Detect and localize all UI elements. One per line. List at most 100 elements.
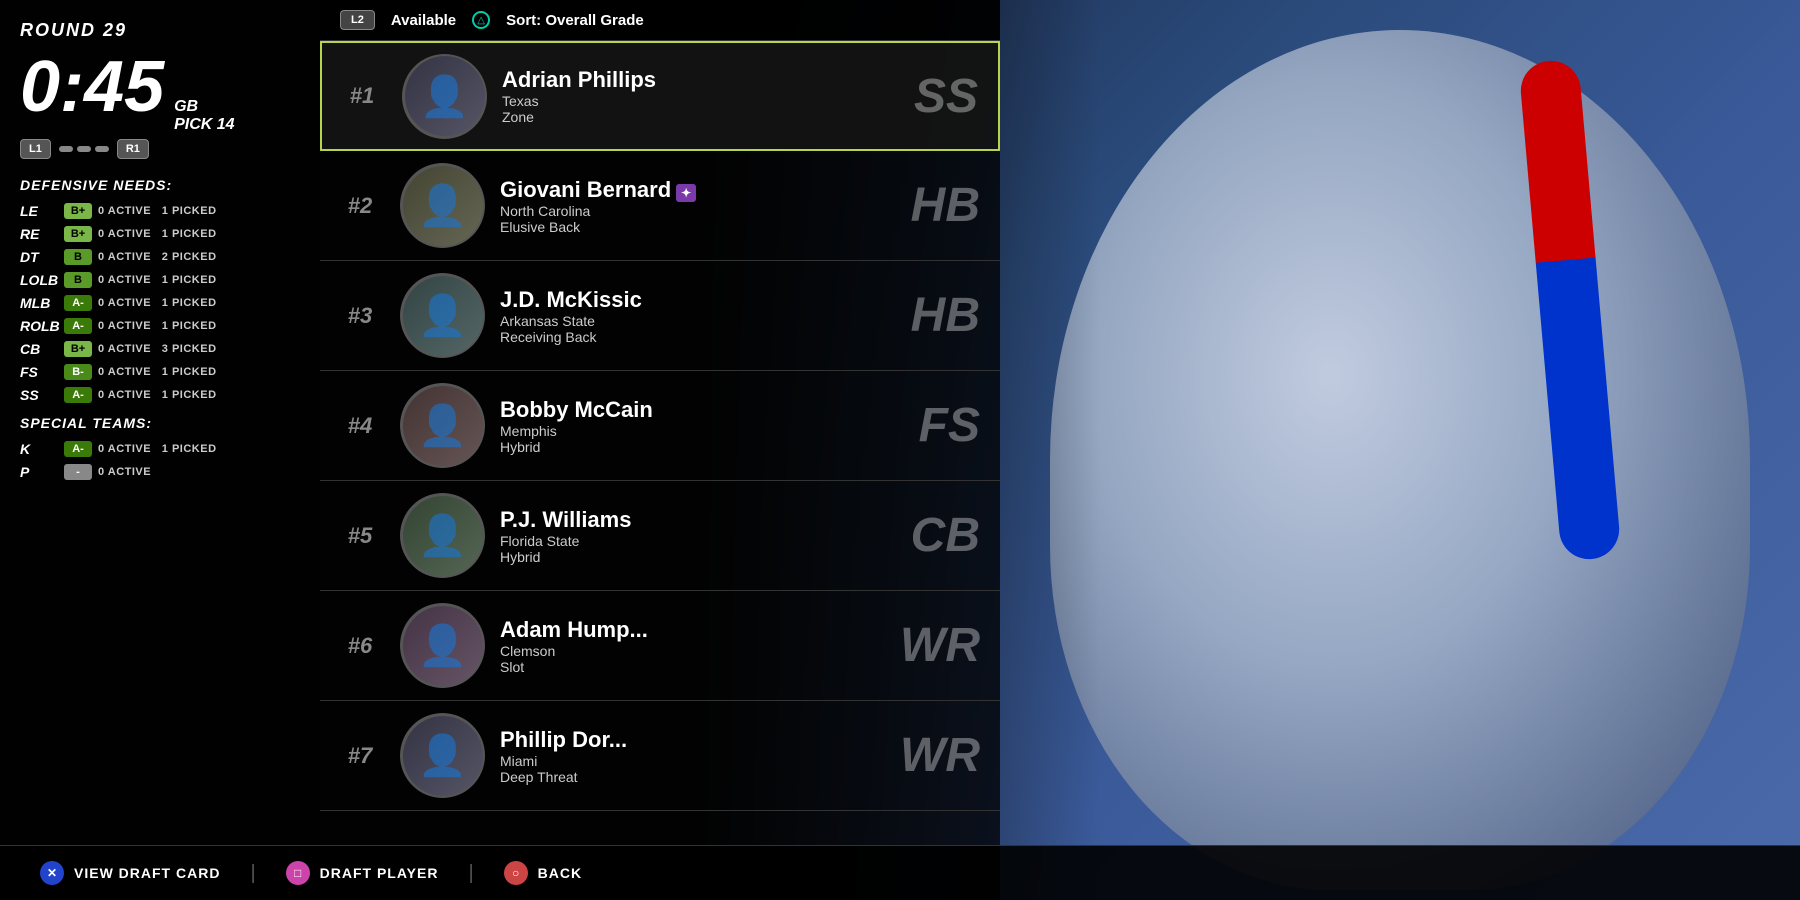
grade-badge: B- <box>64 364 92 380</box>
team-label: GB <box>174 98 234 116</box>
pick-number: #1 <box>337 83 387 109</box>
avatar-circle: 👤 <box>403 606 483 686</box>
round-label: ROUND 29 <box>20 20 300 41</box>
bottom-action-draft-player[interactable]: □ DRAFT PLAYER <box>286 861 439 885</box>
player-name: Bobby McCain <box>500 397 985 423</box>
position-label: LOLB <box>20 272 58 288</box>
player-info: Bobby McCain Memphis Hybrid <box>500 397 985 455</box>
need-stats: 0 ACTIVE 1 PICKED <box>98 443 217 455</box>
player-info: Adrian Phillips Texas Zone <box>502 67 983 125</box>
position-label: P <box>20 464 58 480</box>
player-avatar: 👤 <box>400 493 485 578</box>
position-label: MLB <box>20 295 58 311</box>
needs-row-lolb: LOLB B 0 ACTIVE 1 PICKED <box>20 272 300 288</box>
player-silhouette-icon: 👤 <box>418 402 468 449</box>
timer-row: 0:45 GB PICK 14 <box>20 51 300 134</box>
need-stats: 0 ACTIVE 1 PICKED <box>98 205 217 217</box>
filter-label: Available <box>391 12 456 29</box>
defensive-needs-title: DEFENSIVE NEEDS: <box>20 177 300 193</box>
needs-row-fs: FS B- 0 ACTIVE 1 PICKED <box>20 364 300 380</box>
avatar-circle: 👤 <box>403 166 483 246</box>
players-list: #1 👤 Adrian Phillips Texas Zone SS #2 👤 … <box>320 41 1000 811</box>
position-label: SS <box>20 387 58 403</box>
player-silhouette-icon: 👤 <box>420 73 470 120</box>
pick-number: #3 <box>335 303 385 329</box>
player-silhouette-icon: 👤 <box>418 292 468 339</box>
grade-badge: B+ <box>64 226 92 242</box>
draft-list-panel: L2 Available △ Sort: Overall Grade #1 👤 … <box>320 0 1000 900</box>
pick-number: #2 <box>335 193 385 219</box>
left-panel: ROUND 29 0:45 GB PICK 14 L1 R1 DEFENSIVE… <box>0 0 320 900</box>
bottom-actions: ✕ VIEW DRAFT CARD | □ DRAFT PLAYER | ○ B… <box>40 861 582 885</box>
need-stats: 0 ACTIVE 1 PICKED <box>98 389 217 401</box>
pick-info: GB PICK 14 <box>174 98 234 134</box>
player-avatar: 👤 <box>400 273 485 358</box>
grade-badge: - <box>64 464 92 480</box>
need-stats: 0 ACTIVE 1 PICKED <box>98 274 217 286</box>
player-row[interactable]: #1 👤 Adrian Phillips Texas Zone SS <box>320 41 1000 151</box>
need-stats: 0 ACTIVE <box>98 466 158 478</box>
needs-row-ss: SS A- 0 ACTIVE 1 PICKED <box>20 387 300 403</box>
player-row[interactable]: #3 👤 J.D. McKissic Arkansas State Receiv… <box>320 261 1000 371</box>
need-stats: 0 ACTIVE 1 PICKED <box>98 228 217 240</box>
grade-badge: A- <box>64 318 92 334</box>
avatar-circle: 👤 <box>403 386 483 466</box>
action-button-icon[interactable]: □ <box>286 861 310 885</box>
position-badge: HB <box>911 178 980 233</box>
player-avatar: 👤 <box>400 713 485 798</box>
player-row[interactable]: #7 👤 Phillip Dor... Miami Deep Threat WR <box>320 701 1000 811</box>
position-badge: SS <box>914 69 978 124</box>
bottom-action-view-draft-card[interactable]: ✕ VIEW DRAFT CARD <box>40 861 220 885</box>
player-row[interactable]: #5 👤 P.J. Williams Florida State Hybrid … <box>320 481 1000 591</box>
position-label: DT <box>20 249 58 265</box>
top-bar: L2 Available △ Sort: Overall Grade <box>320 0 1000 41</box>
action-button-label: VIEW DRAFT CARD <box>74 865 220 881</box>
action-button-label: DRAFT PLAYER <box>320 865 439 881</box>
player-row[interactable]: #2 👤 Giovani Bernard✦ North Carolina Elu… <box>320 151 1000 261</box>
triangle-button[interactable]: △ <box>472 11 490 29</box>
player-school: Memphis <box>500 423 985 439</box>
needs-row-mlb: MLB A- 0 ACTIVE 1 PICKED <box>20 295 300 311</box>
player-row[interactable]: #4 👤 Bobby McCain Memphis Hybrid FS <box>320 371 1000 481</box>
needs-row-dt: DT B 0 ACTIVE 2 PICKED <box>20 249 300 265</box>
bottom-action-back[interactable]: ○ BACK <box>504 861 582 885</box>
player-silhouette-icon: 👤 <box>418 732 468 779</box>
player-archetype: Zone <box>502 109 983 125</box>
position-label: LE <box>20 203 58 219</box>
avatar-circle: 👤 <box>403 276 483 356</box>
player-row[interactable]: #6 👤 Adam Hump... Clemson Slot WR <box>320 591 1000 701</box>
dot-1 <box>59 146 73 152</box>
divider: | <box>468 862 473 885</box>
r1-button[interactable]: R1 <box>117 139 149 159</box>
grade-badge: A- <box>64 441 92 457</box>
position-label: K <box>20 441 58 457</box>
l2-button[interactable]: L2 <box>340 10 375 30</box>
need-stats: 0 ACTIVE 1 PICKED <box>98 297 217 309</box>
l1-button[interactable]: L1 <box>20 139 51 159</box>
divider: | <box>250 862 255 885</box>
player-silhouette-icon: 👤 <box>418 182 468 229</box>
need-stats: 0 ACTIVE 1 PICKED <box>98 320 217 332</box>
player-avatar: 👤 <box>400 603 485 688</box>
pick-number: #6 <box>335 633 385 659</box>
avatar-circle: 👤 <box>403 716 483 796</box>
position-badge: FS <box>919 398 980 453</box>
player-archetype: Hybrid <box>500 439 985 455</box>
grade-badge: B <box>64 249 92 265</box>
position-label: RE <box>20 226 58 242</box>
position-label: FS <box>20 364 58 380</box>
special-teams-title: SPECIAL TEAMS: <box>20 415 300 431</box>
special-badge: ✦ <box>676 184 696 202</box>
needs-row-le: LE B+ 0 ACTIVE 1 PICKED <box>20 203 300 219</box>
special-teams-list: K A- 0 ACTIVE 1 PICKED P - 0 ACTIVE <box>20 441 300 480</box>
needs-row-re: RE B+ 0 ACTIVE 1 PICKED <box>20 226 300 242</box>
grade-badge: B+ <box>64 341 92 357</box>
grade-badge: A- <box>64 295 92 311</box>
pick-label: PICK 14 <box>174 116 234 134</box>
action-button-icon[interactable]: ✕ <box>40 861 64 885</box>
player-avatar: 👤 <box>402 54 487 139</box>
action-button-icon[interactable]: ○ <box>504 861 528 885</box>
countdown-timer: 0:45 <box>20 51 164 123</box>
pick-number: #5 <box>335 523 385 549</box>
position-badge: HB <box>911 288 980 343</box>
